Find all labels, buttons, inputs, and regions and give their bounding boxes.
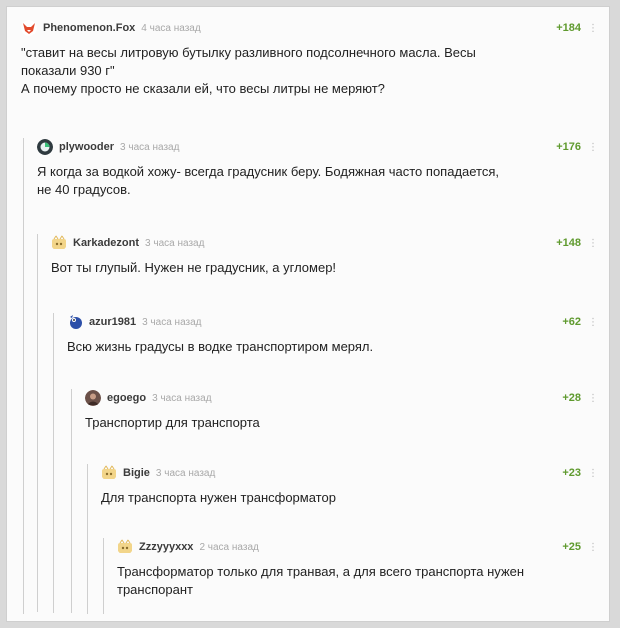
username[interactable]: Phenomenon.Fox <box>43 22 135 34</box>
comment-header: egoego 3 часа назад +28 ⋮ <box>85 389 598 407</box>
comment-text: Вот ты глупый. Нужен не градусник, а угл… <box>51 260 337 275</box>
comment-header: Bigie 3 часа назад +23 ⋮ <box>101 464 598 482</box>
comment: Zzzyyyxxx 2 часа назад +25 ⋮ Трансформат… <box>103 538 598 614</box>
timestamp: 3 часа назад <box>155 467 216 479</box>
more-options-icon[interactable]: ⋮ <box>588 23 598 34</box>
rating-counter: +25 <box>562 541 581 553</box>
comment-header: azur1981 3 часа назад +62 ⋮ <box>67 313 598 331</box>
default-avatar-icon[interactable] <box>101 465 117 481</box>
comment: Bigie 3 часа назад +23 ⋮ Для транспорта … <box>87 464 598 614</box>
thread-line[interactable] <box>87 464 88 614</box>
timestamp: 3 часа назад <box>145 237 205 249</box>
rating-counter: +23 <box>562 467 581 479</box>
username[interactable]: azur1981 <box>89 316 136 328</box>
username[interactable]: plywooder <box>59 141 114 153</box>
rating-counter: +62 <box>562 316 581 328</box>
comment-text: Транспортир для транспорта <box>85 415 260 430</box>
thread-line[interactable] <box>71 389 72 613</box>
username[interactable]: Karkadezont <box>73 237 139 249</box>
username[interactable]: Bigie <box>123 467 150 479</box>
comment-text: Трансформатор только для транвая, а для … <box>117 564 525 597</box>
more-options-icon[interactable]: ⋮ <box>588 468 598 479</box>
comment-header: Zzzyyyxxx 2 часа назад +25 ⋮ <box>117 538 598 556</box>
comment: egoego 3 часа назад +28 ⋮ Транспортир дл… <box>71 389 598 613</box>
comment: azur1981 3 часа назад +62 ⋮ Всю жизнь гр… <box>53 313 598 613</box>
plywooder-avatar-icon[interactable] <box>37 139 53 155</box>
timestamp: 3 часа назад <box>152 392 212 404</box>
comment-text: "ставит на весы литровую бутылку разливн… <box>21 45 476 96</box>
more-options-icon[interactable]: ⋮ <box>588 238 598 249</box>
thread-line[interactable] <box>53 313 54 613</box>
comment: plywooder 3 часа назад +176 ⋮ Я когда за… <box>23 138 598 614</box>
comment-header: Phenomenon.Fox 4 часа назад +184 ⋮ <box>21 19 598 37</box>
timestamp: 2 часа назад <box>199 541 259 553</box>
rating-counter: +184 <box>556 22 581 34</box>
azur-avatar-icon[interactable] <box>67 314 83 330</box>
comment-text: Всю жизнь градусы в водке транспортиром … <box>67 339 374 354</box>
thread-line[interactable] <box>23 138 24 614</box>
thread-line[interactable] <box>103 538 104 614</box>
egoego-avatar-icon[interactable] <box>85 390 101 406</box>
rating-counter: +148 <box>556 237 581 249</box>
comment-thread: Phenomenon.Fox 4 часа назад +184 ⋮ "став… <box>6 6 610 622</box>
comment-text: Я когда за водкой хожу- всегда градусник… <box>37 164 500 197</box>
comment: Phenomenon.Fox 4 часа назад +184 ⋮ "став… <box>21 19 598 98</box>
fox-avatar-icon[interactable] <box>21 20 37 36</box>
username[interactable]: egoego <box>107 392 146 404</box>
timestamp: 4 часа назад <box>141 22 201 34</box>
timestamp: 3 часа назад <box>142 316 202 328</box>
more-options-icon[interactable]: ⋮ <box>588 393 598 404</box>
comment: Karkadezont 3 часа назад +148 ⋮ Вот ты г… <box>37 234 598 612</box>
more-options-icon[interactable]: ⋮ <box>588 142 598 153</box>
more-options-icon[interactable]: ⋮ <box>588 317 598 328</box>
default-avatar-icon[interactable] <box>51 235 67 251</box>
comment-text: Для транспорта нужен трансформатор <box>101 490 336 505</box>
username[interactable]: Zzzyyyxxx <box>139 541 193 553</box>
rating-counter: +28 <box>562 392 581 404</box>
comment-header: Karkadezont 3 часа назад +148 ⋮ <box>51 234 598 252</box>
more-options-icon[interactable]: ⋮ <box>588 542 598 553</box>
timestamp: 3 часа назад <box>120 141 180 153</box>
thread-line[interactable] <box>37 234 38 612</box>
default-avatar-icon[interactable] <box>117 539 133 555</box>
rating-counter: +176 <box>556 141 581 153</box>
comment-header: plywooder 3 часа назад +176 ⋮ <box>37 138 598 156</box>
